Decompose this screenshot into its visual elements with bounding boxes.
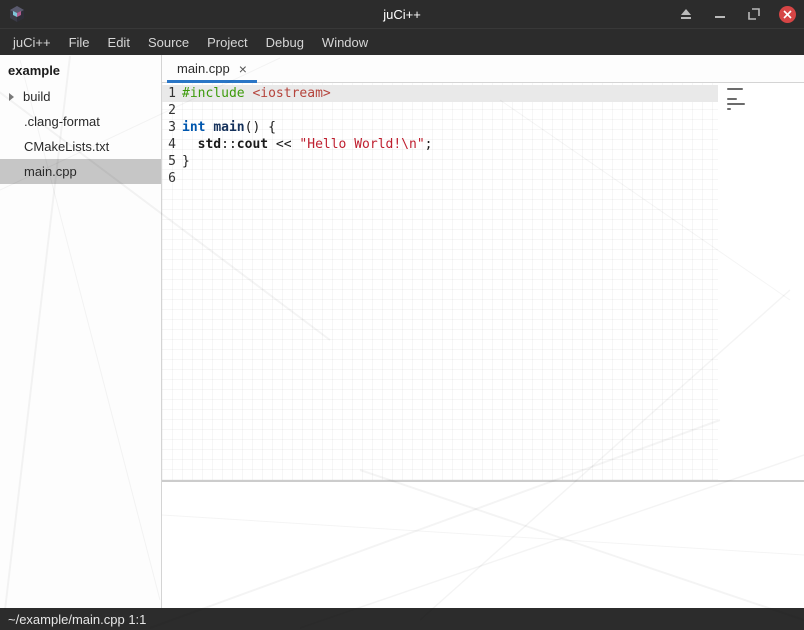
line-code: } bbox=[182, 153, 190, 170]
file-label: build bbox=[23, 89, 50, 104]
window-controls bbox=[677, 5, 796, 23]
app-icon bbox=[8, 5, 26, 23]
line-number: 3 bbox=[162, 119, 176, 136]
menu-item-project[interactable]: Project bbox=[198, 31, 256, 54]
file-label: main.cpp bbox=[24, 164, 77, 179]
sidebar-item-build[interactable]: build bbox=[0, 84, 161, 109]
menubar: juCi++FileEditSourceProjectDebugWindow bbox=[0, 28, 804, 55]
minimap[interactable] bbox=[718, 83, 804, 480]
menu-item-debug[interactable]: Debug bbox=[257, 31, 313, 54]
main-area: example build .clang-format CMakeLists.txt… bbox=[0, 55, 804, 608]
file-label: CMakeLists.txt bbox=[24, 139, 109, 154]
line-number: 6 bbox=[162, 170, 176, 187]
tabbar: main.cpp × bbox=[162, 55, 804, 83]
file-label: .clang-format bbox=[24, 114, 100, 129]
maximize-button[interactable] bbox=[745, 5, 763, 23]
tab-close-icon[interactable]: × bbox=[239, 62, 247, 76]
sidebar-item--clang-format[interactable]: .clang-format bbox=[0, 109, 161, 134]
line-number: 4 bbox=[162, 136, 176, 153]
code-line[interactable]: 6 bbox=[162, 170, 718, 187]
line-number: 1 bbox=[162, 85, 176, 102]
titlebar: juCi++ bbox=[0, 0, 804, 28]
code-lines[interactable]: 1#include <iostream>23int main() {4 std:… bbox=[162, 83, 718, 480]
output-pane[interactable] bbox=[162, 482, 804, 608]
project-root-label: example bbox=[0, 57, 161, 84]
sidebar-item-main-cpp[interactable]: main.cpp bbox=[0, 159, 161, 184]
code-line[interactable]: 3 int main() { bbox=[162, 119, 718, 136]
sidebar-item-cmakelists-txt[interactable]: CMakeLists.txt bbox=[0, 134, 161, 159]
statusbar: ~/example/main.cpp 1:1 bbox=[0, 608, 804, 630]
line-code: int main() { bbox=[182, 119, 276, 136]
line-code: std::cout << "Hello World!\n"; bbox=[182, 136, 432, 153]
code-editor: 1#include <iostream>23int main() {4 std:… bbox=[162, 83, 804, 480]
editor-content: main.cpp × 1 #include <iostream> 23 int mai… bbox=[162, 55, 804, 608]
line-number: 2 bbox=[162, 102, 176, 119]
menu-item-source[interactable]: Source bbox=[139, 31, 198, 54]
tab-main-cpp[interactable]: main.cpp × bbox=[167, 55, 257, 82]
keep-above-button[interactable] bbox=[677, 5, 695, 23]
line-number: 5 bbox=[162, 153, 176, 170]
menu-item-window[interactable]: Window bbox=[313, 31, 377, 54]
file-tree-sidebar: example build .clang-format CMakeLists.txt… bbox=[0, 55, 162, 608]
minimap-line bbox=[727, 103, 745, 105]
code-line[interactable]: 4 std::cout << "Hello World!\n"; bbox=[162, 136, 718, 153]
minimap-line bbox=[727, 98, 737, 100]
tab-label: main.cpp bbox=[177, 61, 230, 76]
status-file-position: ~/example/main.cpp 1:1 bbox=[8, 612, 146, 627]
minimize-button[interactable] bbox=[711, 5, 729, 23]
code-line[interactable]: 5} bbox=[162, 153, 718, 170]
minimap-line bbox=[727, 88, 743, 90]
menu-item-edit[interactable]: Edit bbox=[99, 31, 139, 54]
code-line[interactable]: 1 #include <iostream> bbox=[162, 85, 718, 102]
file-tree-items: build .clang-format CMakeLists.txt main.cpp bbox=[0, 84, 161, 184]
line-code: #include <iostream> bbox=[182, 85, 331, 102]
menu-item-file[interactable]: File bbox=[60, 31, 99, 54]
expander-triangle-icon[interactable] bbox=[9, 93, 14, 101]
close-button[interactable] bbox=[779, 6, 796, 23]
minimap-line bbox=[727, 108, 731, 110]
menu-item-juci[interactable]: juCi++ bbox=[4, 31, 60, 54]
code-line[interactable]: 2 bbox=[162, 102, 718, 119]
